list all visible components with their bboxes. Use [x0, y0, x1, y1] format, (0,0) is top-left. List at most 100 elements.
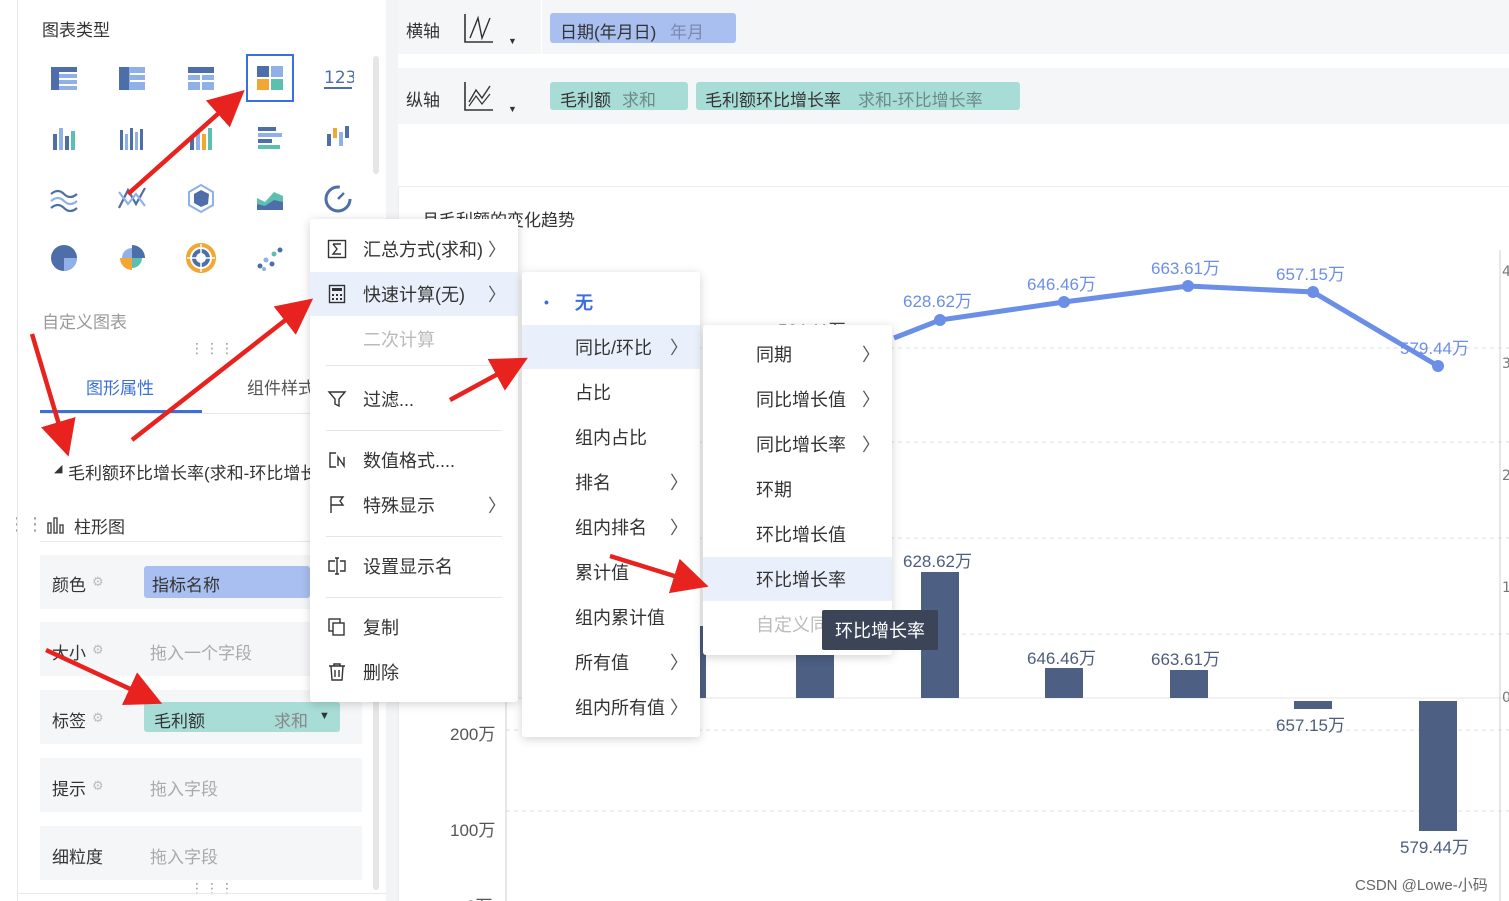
bar-chart-small-icon: [46, 515, 68, 535]
combo-line-icon[interactable]: [112, 178, 152, 218]
scatter-icon[interactable]: [250, 238, 290, 278]
chevron-right-icon: 〉: [862, 435, 880, 455]
y-axis-dropdown-icon[interactable]: ▼: [508, 104, 517, 114]
tag-dropdown-icon[interactable]: ▼: [319, 710, 330, 722]
y-tick-200: 200万: [450, 725, 496, 744]
tag-field-value: 毛利额: [154, 712, 205, 731]
bar-7: [1419, 701, 1457, 831]
submenu-item-yoy-mom[interactable]: 同比/环比 〉: [522, 325, 700, 369]
menu-item-label: 特殊显示: [363, 496, 435, 516]
line-label-6: 579.44万: [1400, 339, 1469, 358]
menu-item-label: 组内排名: [575, 518, 647, 538]
submenu-item-prev-period[interactable]: 环期: [703, 467, 892, 511]
multi-chart-icon-selected[interactable]: [246, 54, 294, 102]
horizontal-bar-icon[interactable]: [250, 118, 290, 158]
menu-item-label: 累计值: [575, 563, 629, 583]
tooltip-label: 提示: [52, 780, 86, 799]
watermark: CSDN @Lowe-小码: [1355, 877, 1488, 894]
bottom-resize-handle[interactable]: ⋮⋮⋮: [190, 880, 235, 897]
menu-item-quick-calc[interactable]: 快速计算(无) 〉: [310, 272, 518, 316]
menu-item-aggregation[interactable]: 汇总方式(求和) 〉: [310, 227, 518, 271]
area-chart-icon[interactable]: [250, 178, 290, 218]
right-axis-ticks: 4 3 2 1 0: [1502, 264, 1509, 706]
submenu-item-yoy-growth-rate[interactable]: 同比增长率 〉: [703, 422, 892, 466]
rose-chart-icon[interactable]: [112, 238, 152, 278]
line-point-3: [1058, 296, 1070, 308]
left-border: [17, 0, 18, 901]
submenu-item-none[interactable]: • 无: [522, 280, 700, 324]
menu-item-label: 同期: [756, 345, 792, 365]
submenu-item-mom-growth-value[interactable]: 环比增长值: [703, 512, 892, 556]
trash-icon: [326, 661, 348, 683]
chevron-right-icon: 〉: [670, 698, 688, 718]
submenu-item-yoy-growth-value[interactable]: 同比增长值 〉: [703, 377, 892, 421]
x-axis-dropdown-icon[interactable]: ▼: [508, 36, 517, 46]
submenu-item-same-period[interactable]: 同期 〉: [703, 332, 892, 376]
x-axis-icon[interactable]: [462, 12, 496, 44]
submenu-item-mom-growth-rate[interactable]: 环比增长率: [703, 557, 892, 601]
granularity-drop-placeholder[interactable]: 拖入字段: [150, 843, 218, 868]
flag-icon: [326, 494, 348, 516]
tooltip-drop-placeholder[interactable]: 拖入字段: [150, 775, 218, 800]
menu-item-label: 组内占比: [575, 428, 647, 448]
range-bar-icon[interactable]: [318, 118, 358, 158]
collapse-triangle-icon[interactable]: ◢: [54, 462, 62, 475]
tooltip-gear-icon[interactable]: ⚙: [92, 778, 104, 794]
menu-item-delete[interactable]: 删除: [310, 650, 518, 694]
grouped-table-icon[interactable]: [112, 58, 152, 98]
x-field-sub: 年月: [670, 23, 704, 42]
calculator-icon: [326, 283, 348, 305]
chevron-right-icon: 〉: [862, 345, 880, 365]
bar-label-4: 646.46万: [1027, 649, 1096, 668]
menu-item-rename[interactable]: 设置显示名: [310, 544, 518, 588]
menu-item-label: 快速计算(无): [363, 285, 465, 305]
size-gear-icon[interactable]: ⚙: [92, 642, 104, 658]
cross-table-icon[interactable]: [181, 58, 221, 98]
gauge-icon[interactable]: [318, 178, 358, 218]
menu-item-label: 所有值: [575, 653, 629, 673]
submenu-item-group-all-values[interactable]: 组内所有值 〉: [522, 685, 700, 729]
line-point-5: [1307, 286, 1319, 298]
custom-chart-label: 自定义图表: [42, 313, 127, 332]
pie-chart-icon[interactable]: [44, 238, 84, 278]
menu-item-label: 排名: [575, 473, 611, 493]
submenu-item-cumulative[interactable]: 累计值: [522, 550, 700, 594]
size-drop-placeholder[interactable]: 拖入一个字段: [150, 639, 252, 664]
stacked-bar-icon[interactable]: [112, 118, 152, 158]
tab-graph-properties[interactable]: 图形属性: [86, 374, 154, 399]
sunburst-icon[interactable]: [181, 238, 221, 278]
submenu-item-group-cumulative[interactable]: 组内累计值: [522, 595, 700, 639]
submenu-item-group-rank[interactable]: 组内排名 〉: [522, 505, 700, 549]
table-icon[interactable]: [44, 58, 84, 98]
percent-bar-icon[interactable]: [181, 118, 221, 158]
menu-item-label: 同比/环比: [575, 338, 653, 358]
color-gear-icon[interactable]: ⚙: [92, 574, 104, 590]
drag-grip-icon[interactable]: ⋮⋮: [8, 514, 44, 535]
bar-label-7: 579.44万: [1400, 838, 1469, 857]
kpi-number-icon[interactable]: 123: [318, 58, 358, 98]
menu-item-label: 过滤...: [363, 390, 415, 410]
series-item-label[interactable]: 毛利额环比增长率(求和-环比增长率): [68, 459, 312, 484]
chart-type-scrollbar[interactable]: [373, 56, 379, 174]
tag-gear-icon[interactable]: ⚙: [92, 710, 104, 726]
menu-separator: [326, 430, 502, 431]
grouped-bar-icon[interactable]: [44, 118, 84, 158]
y-axis-icon[interactable]: [462, 80, 496, 112]
hover-tooltip: 环比增长率: [822, 610, 938, 650]
submenu-item-all-values[interactable]: 所有值 〉: [522, 640, 700, 684]
menu-item-copy[interactable]: 复制: [310, 605, 518, 649]
submenu-item-rank[interactable]: 排名 〉: [522, 460, 700, 504]
menu-item-special-display[interactable]: 特殊显示 〉: [310, 483, 518, 527]
resize-handle[interactable]: ⋮⋮⋮: [190, 340, 235, 357]
line-point-6: [1432, 360, 1444, 372]
menu-item-label: 组内累计值: [575, 608, 665, 628]
submenu-item-share[interactable]: 占比: [522, 370, 700, 414]
subtype-label: 柱形图: [74, 518, 125, 537]
submenu-item-group-share[interactable]: 组内占比: [522, 415, 700, 459]
radar-icon[interactable]: [181, 178, 221, 218]
menu-item-filter[interactable]: 过滤...: [310, 377, 518, 421]
line-chart-icon[interactable]: [44, 178, 84, 218]
tab-component-style[interactable]: 组件样式: [247, 374, 311, 399]
menu-item-label: 环期: [756, 480, 792, 500]
menu-item-number-format[interactable]: 数值格式....: [310, 438, 518, 482]
